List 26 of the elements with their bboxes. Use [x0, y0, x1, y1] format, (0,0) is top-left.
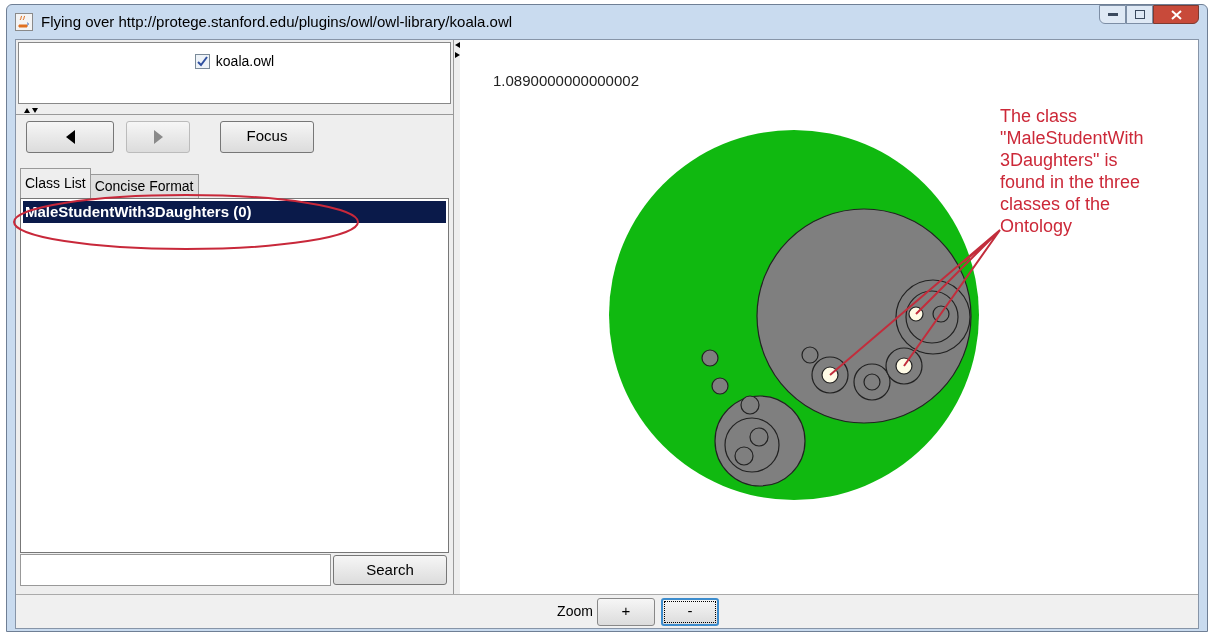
annotation-text: The class "MaleStudentWith 3Daughters" is found in the three classes of the Ontology — [1000, 105, 1144, 237]
right-triangle-icon — [153, 129, 163, 144]
maximize-icon — [1134, 10, 1145, 19]
scale-value: 1.0890000000000002 — [493, 71, 639, 91]
zoom-button[interactable]: + — [596, 597, 655, 626]
java-cup-icon — [15, 13, 33, 31]
zoom-button[interactable]: - — [660, 597, 719, 626]
minimize-icon — [1107, 12, 1118, 17]
splitter-arrows-icon[interactable] — [24, 107, 38, 113]
back-button[interactable] — [26, 120, 114, 153]
close-icon — [1170, 9, 1182, 20]
minimize-button[interactable] — [1099, 5, 1126, 24]
checkbox[interactable] — [194, 54, 210, 69]
ontology-label: koala.owl — [215, 52, 275, 71]
search-button[interactable]: Search — [333, 555, 447, 585]
search-field[interactable] — [20, 554, 331, 586]
class-list-item[interactable]: MaleStudentWith3Daughters (0) — [23, 201, 446, 223]
tab[interactable]: Class List — [20, 168, 91, 198]
left-triangle-icon — [65, 129, 75, 144]
focus-button[interactable]: Focus — [220, 120, 314, 153]
tab[interactable]: Concise Format — [89, 174, 199, 198]
zoom-label: Zoom — [557, 602, 593, 621]
close-button[interactable] — [1153, 5, 1199, 24]
window-title: Flying over http://protege.stanford.edu/plugins/owl/owl-library/koala.owl — [41, 11, 513, 32]
maximize-button[interactable] — [1126, 5, 1153, 24]
splitter-arrows-icon[interactable] — [454, 42, 460, 58]
